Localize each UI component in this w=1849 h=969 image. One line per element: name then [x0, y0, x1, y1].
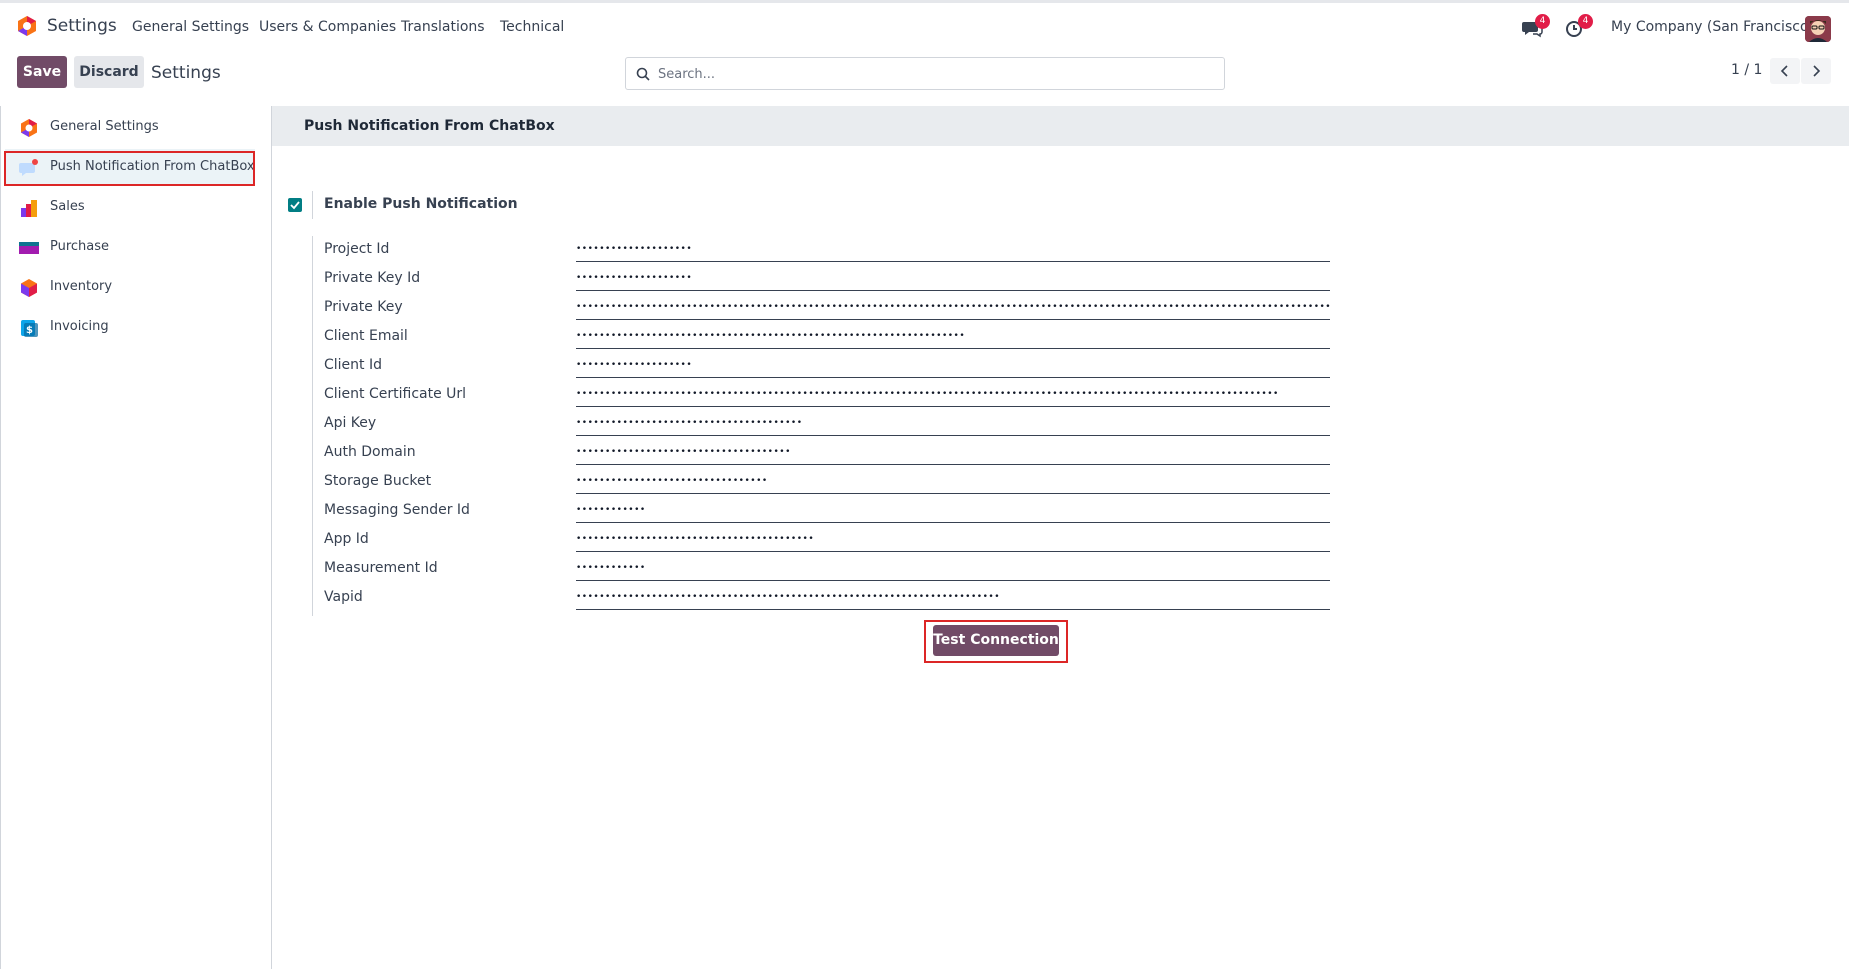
menu-users-companies[interactable]: Users & Companies — [259, 19, 396, 35]
messaging-sender-id-input[interactable]: •••••••••••• — [576, 499, 1330, 523]
purchase-icon — [19, 242, 39, 254]
chevron-right-icon — [1813, 65, 1821, 77]
highlight-box-sidebar — [4, 151, 255, 186]
project-id-input[interactable]: •••••••••••••••••••• — [576, 238, 1330, 262]
storage-bucket-input[interactable]: ••••••••••••••••••••••••••••••••• — [576, 470, 1330, 494]
company-switcher[interactable]: My Company (San Francisco) — [1611, 19, 1814, 35]
private-key-id-input[interactable]: •••••••••••••••••••• — [576, 267, 1330, 291]
section-title: Push Notification From ChatBox — [304, 118, 555, 134]
enable-push-notification-checkbox[interactable] — [288, 198, 302, 212]
pager-next-button[interactable] — [1801, 58, 1831, 84]
vapid-input[interactable]: ••••••••••••••••••••••••••••••••••••••••… — [576, 586, 1330, 610]
field-label-app-id: App Id — [324, 531, 369, 547]
section-header: Push Notification From ChatBox — [272, 106, 1849, 146]
highlight-box-test-connection — [924, 620, 1068, 663]
sidebar-item-general-settings[interactable]: General Settings — [5, 109, 255, 145]
api-key-input[interactable]: ••••••••••••••••••••••••••••••••••••••• — [576, 412, 1330, 436]
sidebar-item-label: Inventory — [50, 279, 113, 294]
field-label-api-key: Api Key — [324, 415, 377, 431]
save-button[interactable]: Save — [17, 56, 67, 88]
field-label-storage-bucket: Storage Bucket — [324, 473, 432, 489]
sidebar-item-sales[interactable]: Sales — [5, 189, 255, 225]
field-label-measurement-id: Measurement Id — [324, 560, 438, 576]
field-label-project-id: Project Id — [324, 241, 390, 257]
pager-value[interactable]: 1 / 1 — [1731, 62, 1762, 78]
search-input[interactable] — [658, 64, 1218, 84]
activities-badge: 4 — [1578, 14, 1593, 29]
messages-badge: 4 — [1535, 14, 1550, 29]
field-label-private-key: Private Key — [324, 299, 403, 315]
field-label-private-key-id: Private Key Id — [324, 270, 421, 286]
field-label-vapid: Vapid — [324, 589, 363, 605]
menu-general-settings[interactable]: General Settings — [132, 19, 249, 35]
app-name[interactable]: Settings — [47, 16, 117, 36]
inventory-icon — [21, 279, 37, 297]
sales-icon — [21, 200, 37, 217]
sidebar-item-purchase[interactable]: Purchase — [5, 229, 255, 265]
divider — [312, 236, 313, 616]
field-label-auth-domain: Auth Domain — [324, 444, 416, 460]
search-icon — [636, 67, 650, 81]
user-avatar[interactable] — [1805, 16, 1831, 42]
field-label-client-id: Client Id — [324, 357, 382, 373]
app-id-input[interactable]: ••••••••••••••••••••••••••••••••••••••••… — [576, 528, 1330, 552]
sidebar-item-invoicing[interactable]: $ Invoicing — [5, 309, 255, 345]
menu-translations[interactable]: Translations — [401, 19, 485, 35]
pager-previous-button[interactable] — [1770, 58, 1800, 84]
avatar-image-icon — [1805, 16, 1831, 42]
field-label-client-email: Client Email — [324, 328, 408, 344]
sidebar-item-label: Invoicing — [50, 319, 109, 334]
settings-sidebar: General Settings Push Notification From … — [0, 106, 272, 969]
discard-button[interactable]: Discard — [74, 56, 144, 88]
invoicing-icon: $ — [21, 320, 38, 337]
sidebar-item-label: Sales — [50, 199, 85, 214]
field-label-messaging-sender-id: Messaging Sender Id — [324, 502, 470, 518]
search-bar[interactable] — [625, 57, 1225, 90]
private-key-input[interactable]: ••••••••••••••••••••••••••••••••••••••••… — [576, 296, 1330, 320]
chevron-left-icon — [1780, 65, 1788, 77]
client-email-input[interactable]: ••••••••••••••••••••••••••••••••••••••••… — [576, 325, 1330, 349]
top-navbar: Settings General Settings Users & Compan… — [0, 0, 1849, 50]
auth-domain-input[interactable]: ••••••••••••••••••••••••••••••••••••• — [576, 441, 1330, 465]
checkmark-icon — [290, 201, 300, 210]
field-label-client-certificate-url: Client Certificate Url — [324, 386, 467, 402]
sidebar-item-label: General Settings — [50, 119, 159, 134]
divider — [312, 191, 313, 219]
svg-text:$: $ — [26, 325, 33, 336]
client-id-input[interactable]: •••••••••••••••••••• — [576, 354, 1330, 378]
odoo-app-icon[interactable] — [16, 15, 38, 37]
client-certificate-url-input[interactable]: ••••••••••••••••••••••••••••••••••••••••… — [576, 383, 1330, 407]
measurement-id-input[interactable]: •••••••••••• — [576, 557, 1330, 581]
page-title: Settings — [151, 63, 221, 83]
sidebar-item-label: Purchase — [50, 239, 110, 254]
odoo-logo-icon — [21, 119, 37, 137]
enable-push-notification-label: Enable Push Notification — [324, 196, 518, 212]
sidebar-item-inventory[interactable]: Inventory — [5, 269, 255, 305]
menu-technical[interactable]: Technical — [500, 19, 564, 35]
